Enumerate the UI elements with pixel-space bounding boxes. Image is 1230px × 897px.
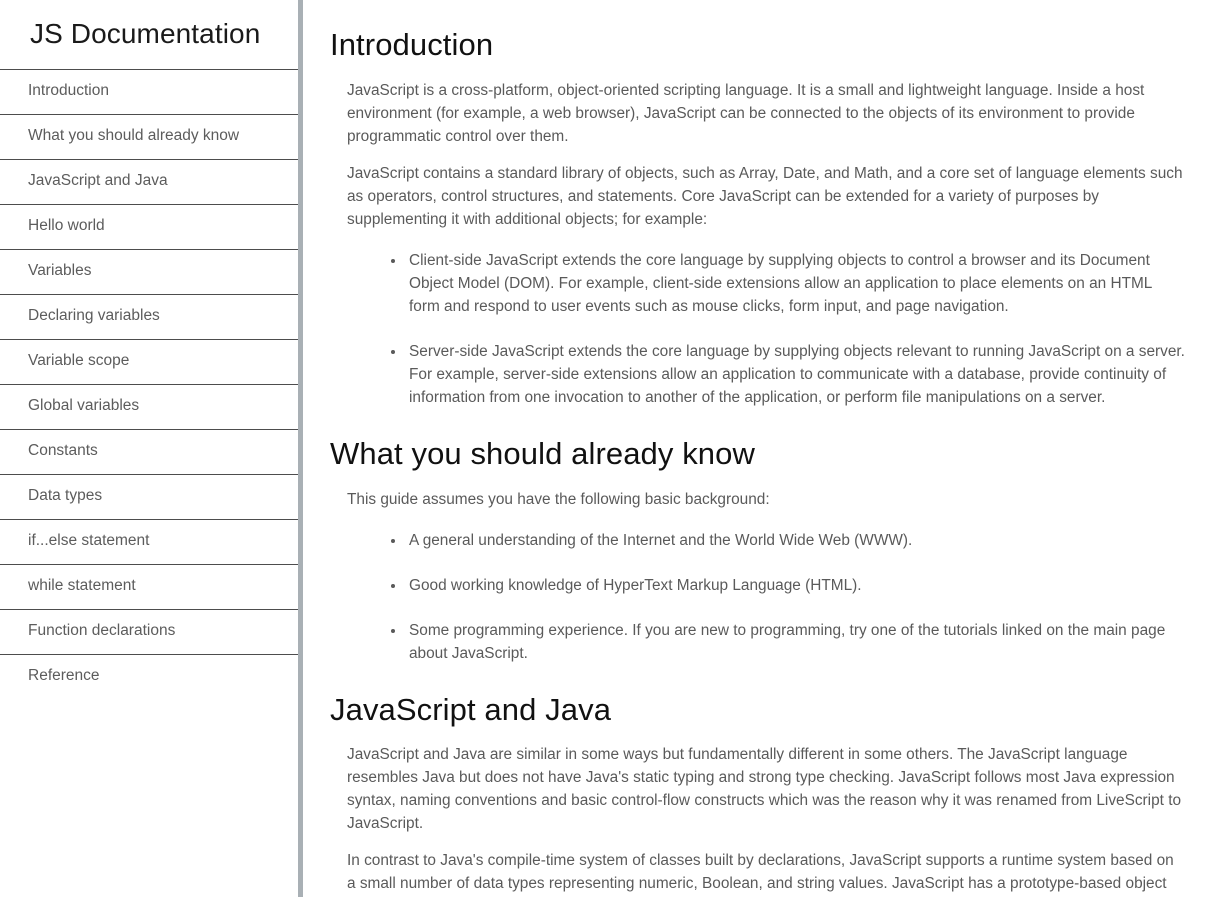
paragraph: JavaScript and Java are similar in some … xyxy=(347,746,1182,833)
main-doc-content: Introduction JavaScript is a cross-platf… xyxy=(298,0,1230,897)
sidebar-item-label: JavaScript and Java xyxy=(28,172,168,190)
paragraph: This guide assumes you have the followin… xyxy=(347,490,770,508)
sidebar-item-data-types[interactable]: Data types xyxy=(0,473,298,519)
sidebar-item-label: What you should already know xyxy=(28,127,240,145)
content-inner: Introduction JavaScript is a cross-platf… xyxy=(330,0,1185,897)
sidebar-item-introduction[interactable]: Introduction xyxy=(0,68,298,114)
section-introduction: Introduction JavaScript is a cross-platf… xyxy=(330,26,1185,409)
bullet-list: A general understanding of the Internet … xyxy=(330,529,1185,665)
sidebar-item-label: Declaring variables xyxy=(28,307,160,325)
paragraph: JavaScript is a cross-platform, object-o… xyxy=(347,81,1145,145)
sidebar-item-label: Global variables xyxy=(28,397,140,415)
sidebar-item-hello-world[interactable]: Hello world xyxy=(0,203,298,249)
list-item: Some programming experience. If you are … xyxy=(347,619,1185,665)
list-item: Good working knowledge of HyperText Mark… xyxy=(347,574,1185,597)
sidebar-item-label: Reference xyxy=(28,667,100,685)
paragraph: JavaScript contains a standard library o… xyxy=(347,164,1183,228)
sidebar-item-declaring-variables[interactable]: Declaring variables xyxy=(0,293,298,339)
sidebar-item-reference[interactable]: Reference xyxy=(0,653,298,699)
sidebar-item-variable-scope[interactable]: Variable scope xyxy=(0,338,298,384)
sidebar-item-constants[interactable]: Constants xyxy=(0,428,298,474)
sidebar-item-label: while statement xyxy=(28,577,136,595)
sidebar-item-global-variables[interactable]: Global variables xyxy=(0,383,298,429)
sidebar-item-label: Data types xyxy=(28,487,103,505)
sidebar-item-variables[interactable]: Variables xyxy=(0,248,298,294)
paragraph: In contrast to Java's compile-time syste… xyxy=(347,852,1174,893)
navbar-sidebar: JS Documentation Introduction What you s… xyxy=(0,0,298,897)
section-javascript-and-java: JavaScript and Java JavaScript and Java … xyxy=(330,691,1185,897)
documentation-page: JS Documentation Introduction What you s… xyxy=(0,0,1230,897)
section-heading-what-you-should-already-know: What you should already know xyxy=(330,435,755,471)
section-what-you-should-already-know: What you should already know This guide … xyxy=(330,435,1185,665)
section-heading-javascript-and-java: JavaScript and Java xyxy=(330,691,612,727)
sidebar-item-label: Introduction xyxy=(28,82,109,100)
sidebar-title: JS Documentation xyxy=(30,18,261,49)
list-item: Client-side JavaScript extends the core … xyxy=(347,249,1185,318)
sidebar-item-label: Hello world xyxy=(28,217,105,235)
sidebar-item-function-declarations[interactable]: Function declarations xyxy=(0,608,298,654)
sidebar-item-while-statement[interactable]: while statement xyxy=(0,563,298,609)
sidebar-item-what-you-should-already-know[interactable]: What you should already know xyxy=(0,113,298,159)
sidebar-item-label: Variables xyxy=(28,262,92,280)
sidebar-item-label: if...else statement xyxy=(28,532,150,550)
list-item: A general understanding of the Internet … xyxy=(347,529,1185,552)
sidebar-item-label: Constants xyxy=(28,442,98,460)
sidebar-item-if-else-statement[interactable]: if...else statement xyxy=(0,518,298,564)
sidebar-nav-list: Introduction What you should already kno… xyxy=(0,68,298,699)
sidebar-divider-rail xyxy=(298,0,303,897)
sidebar-item-javascript-and-java[interactable]: JavaScript and Java xyxy=(0,158,298,204)
sidebar-item-label: Function declarations xyxy=(28,622,176,640)
section-heading-introduction: Introduction xyxy=(330,27,494,62)
bullet-list: Client-side JavaScript extends the core … xyxy=(330,249,1185,409)
sidebar-item-label: Variable scope xyxy=(28,352,130,370)
list-item: Server-side JavaScript extends the core … xyxy=(347,340,1185,409)
